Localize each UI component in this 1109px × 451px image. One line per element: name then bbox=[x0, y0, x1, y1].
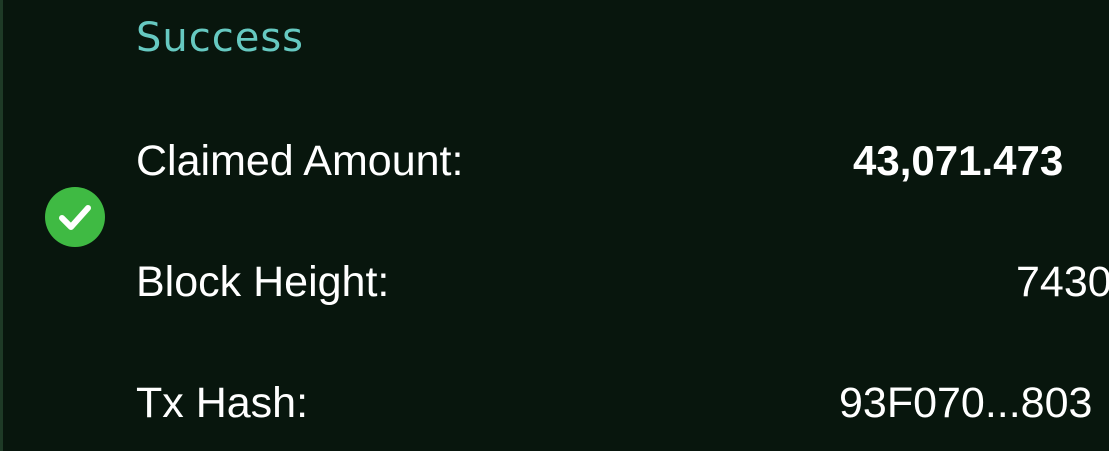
tx-hash-label: Tx Hash: bbox=[136, 379, 309, 427]
claimed-amount-row: Claimed Amount: 43,071.473 bbox=[3, 131, 1109, 191]
block-height-row: Block Height: 7430 bbox=[3, 252, 1109, 312]
tx-hash-row[interactable]: Tx Hash: 93F070...803 bbox=[3, 373, 1109, 433]
tx-hash-value[interactable]: 93F070...803 bbox=[839, 373, 1092, 433]
block-height-value: 7430 bbox=[1016, 258, 1109, 306]
transaction-result-card: Success Claimed Amount: 43,071.473 Block… bbox=[3, 0, 1109, 451]
block-height-label: Block Height: bbox=[136, 258, 390, 306]
claimed-amount-label: Claimed Amount: bbox=[136, 137, 464, 185]
status-title: Success bbox=[136, 15, 305, 61]
check-circle-icon bbox=[45, 187, 105, 247]
claimed-amount-value: 43,071.473 bbox=[853, 137, 1064, 184]
